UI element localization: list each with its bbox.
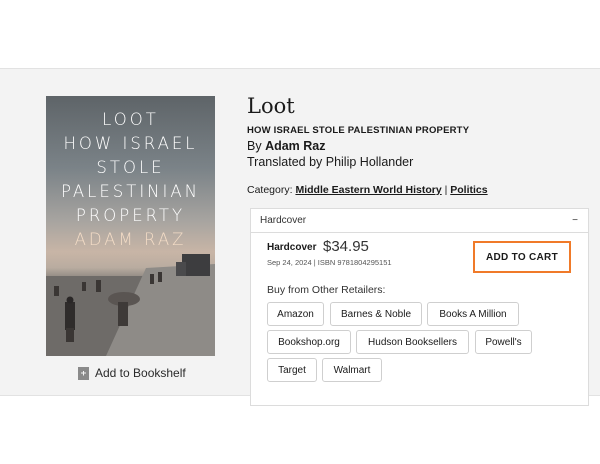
byline-prefix: By bbox=[247, 139, 266, 153]
book-title: Loot bbox=[247, 94, 295, 118]
category-label: Category: bbox=[247, 184, 296, 196]
book-subtitle: HOW ISRAEL STOLE PALESTINIAN PROPERTY bbox=[247, 125, 470, 136]
retailer-button-bookshop-org[interactable]: Bookshop.org bbox=[267, 330, 351, 354]
byline: By Adam Raz bbox=[247, 139, 326, 153]
add-to-bookshelf-label: Add to Bookshelf bbox=[95, 366, 186, 380]
retailer-button-walmart[interactable]: Walmart bbox=[322, 358, 382, 382]
retailer-button-target[interactable]: Target bbox=[267, 358, 317, 382]
format-header-label: Hardcover bbox=[260, 215, 307, 226]
category-link-middle-eastern-history[interactable]: Middle Eastern World History bbox=[295, 184, 441, 196]
translator-line: Translated by Philip Hollander bbox=[247, 155, 414, 169]
book-cover-image[interactable]: LOOT HOW ISRAEL STOLE PALESTINIAN PROPER… bbox=[46, 96, 215, 356]
author-link[interactable]: Adam Raz bbox=[265, 139, 325, 153]
retailer-button-powells[interactable]: Powell's bbox=[475, 330, 532, 354]
price: $34.95 bbox=[323, 238, 369, 255]
other-retailers-label: Buy from Other Retailers: bbox=[267, 284, 386, 296]
category-separator: | bbox=[441, 184, 451, 196]
publication-info: Sep 24, 2024 | ISBN 9781804295151 bbox=[267, 258, 392, 267]
format-label: Hardcover bbox=[267, 242, 317, 253]
retailer-button-books-a-million[interactable]: Books A Million bbox=[427, 302, 519, 326]
retailer-button-barnes-noble[interactable]: Barnes & Noble bbox=[330, 302, 422, 326]
bookmark-add-icon bbox=[78, 366, 89, 380]
cover-photo-scene bbox=[46, 254, 215, 356]
collapse-icon[interactable]: − bbox=[572, 215, 578, 226]
add-to-bookshelf-link[interactable]: Add to Bookshelf bbox=[78, 366, 186, 380]
category-line: Category: Middle Eastern World History |… bbox=[247, 184, 488, 196]
format-accordion-header[interactable]: Hardcover − bbox=[251, 209, 588, 233]
retailer-button-hudson-booksellers[interactable]: Hudson Booksellers bbox=[356, 330, 469, 354]
category-link-politics[interactable]: Politics bbox=[450, 184, 487, 196]
format-accordion: Hardcover − Hardcover $34.95 Sep 24, 202… bbox=[250, 208, 589, 406]
retailer-button-amazon[interactable]: Amazon bbox=[267, 302, 324, 326]
add-to-cart-button[interactable]: ADD TO CART bbox=[473, 241, 571, 273]
